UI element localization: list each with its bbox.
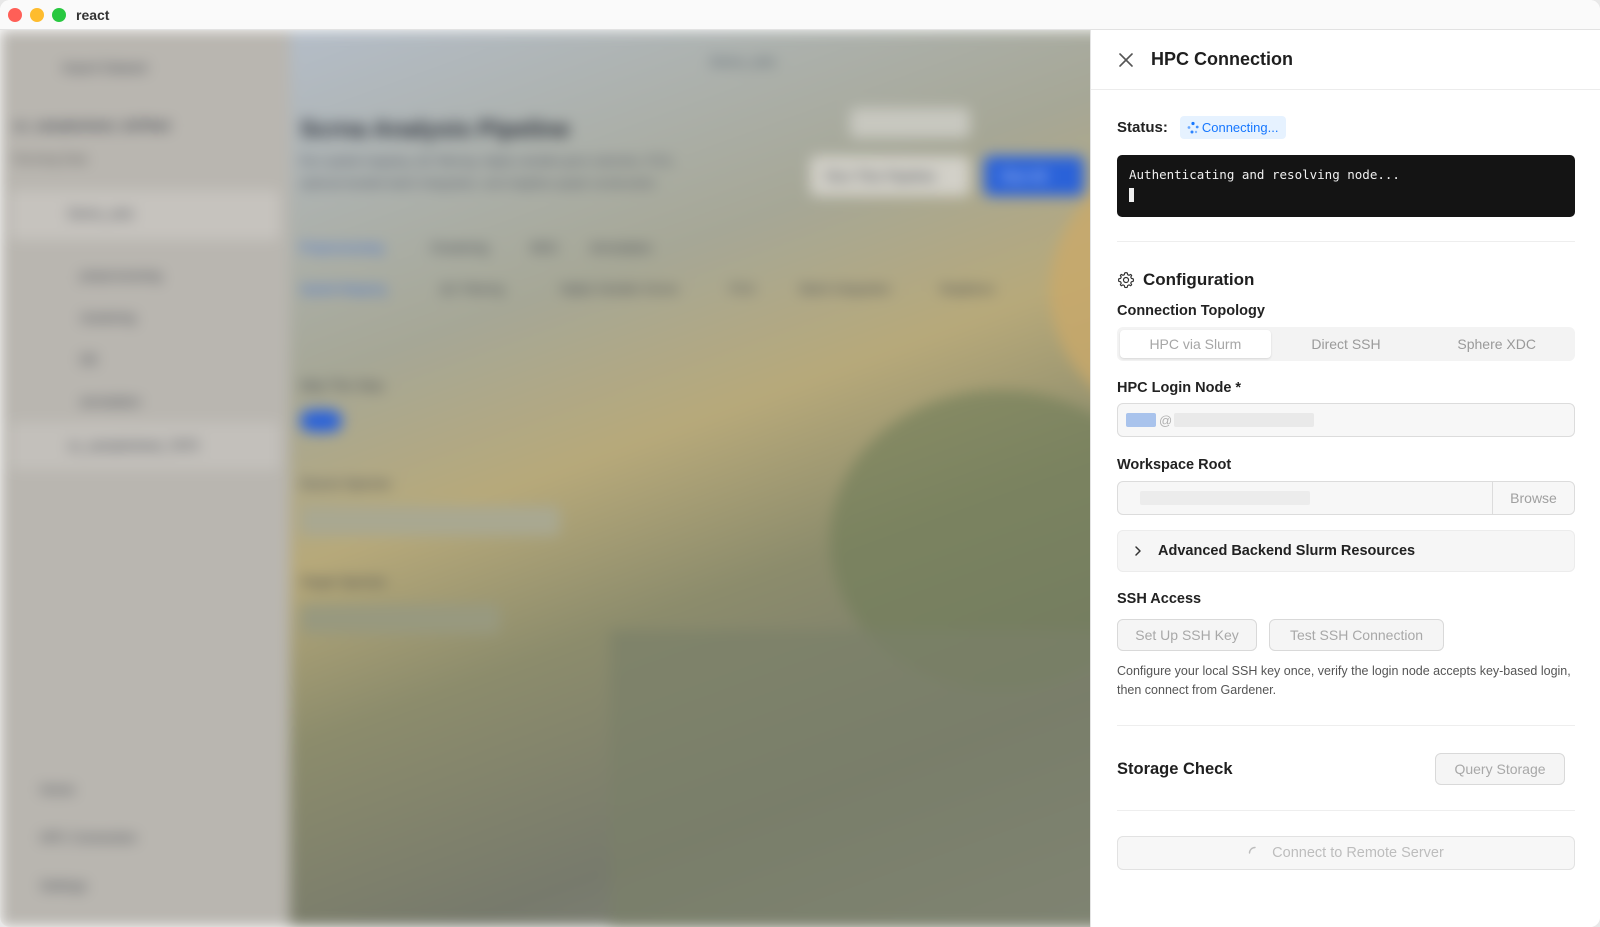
panel-title: HPC Connection (1151, 49, 1293, 69)
bg-run-all-button: Run All (1002, 168, 1047, 184)
bg-tab: Clustering (430, 240, 489, 255)
bg-breadcrumb: Demo_sets (710, 54, 776, 69)
close-window-button[interactable] (8, 7, 22, 22)
login-node-input[interactable]: @ (1117, 403, 1575, 437)
advanced-slurm-collapse[interactable]: Advanced Backend Slurm Resources (1117, 530, 1575, 572)
bg-sidebar-bottom: Settings (40, 878, 87, 893)
ssh-help-text: Configure your local SSH key once, verif… (1117, 664, 1571, 697)
chevron-right-icon (1135, 546, 1141, 556)
terminal-output: Authenticating and resolving node... (1117, 155, 1575, 217)
advanced-slurm-label: Advanced Backend Slurm Resources (1158, 543, 1416, 559)
loading-dots-icon (1187, 121, 1199, 133)
redacted-username (1126, 413, 1156, 427)
configuration-title: Configuration (1143, 270, 1255, 289)
redacted-hostname (1174, 413, 1315, 427)
bg-subtab: PCA (730, 282, 755, 296)
topology-option-direct-ssh[interactable]: Direct SSH (1271, 330, 1422, 358)
bg-sidebar-bottom: Home (40, 782, 75, 797)
bg-sidebar-item: Demo_sets (68, 206, 134, 221)
login-node-label: HPC Login Node * (1117, 380, 1242, 396)
configuration-header: Configuration (1117, 270, 1254, 290)
at-sign: @ (1159, 412, 1173, 428)
bg-sidebar-item: DE (80, 352, 99, 367)
background-sidebar: Import Dataset sc_samplesheet_AAT9ed Run… (0, 30, 290, 927)
ssh-access-label: SSH Access (1117, 591, 1202, 607)
title-bar: react (0, 0, 1600, 30)
bg-tab: DEG (530, 240, 559, 255)
bg-subtab: Neighbors (940, 282, 995, 296)
panel-header: HPC Connection (1091, 30, 1600, 90)
status-row: Status: Connecting... (1117, 116, 1287, 139)
bg-subtab: QC Filtering (440, 282, 505, 296)
divider (1117, 810, 1575, 811)
bg-dataset-sub: Running Data (14, 152, 88, 166)
bg-page-desc: optional doublet batch integration, and … (300, 176, 656, 190)
bg-toggle-label: Skip This Step (300, 378, 384, 393)
topology-option-hpc-slurm[interactable]: HPC via Slurm (1120, 330, 1271, 358)
bg-target-label: Target Species (300, 574, 386, 589)
app-window: react Import Dataset sc_samplesheet_AAT9… (0, 0, 1600, 927)
connect-label: Connect to Remote Server (1272, 845, 1444, 861)
bg-sidebar-item: annotation (80, 394, 141, 409)
hpc-connection-panel: HPC Connection Status: Connecting... Aut… (1090, 30, 1600, 927)
gear-icon (1117, 272, 1135, 289)
terminal-cursor (1129, 188, 1134, 202)
bg-dataset-label: sc_samplesheet_AAT9ed (14, 118, 170, 133)
bg-subtab: Spatial Mapping (300, 282, 387, 296)
topology-label: Connection Topology (1117, 303, 1265, 319)
status-value: Connecting... (1201, 120, 1279, 135)
topology-option-sphere-xdc[interactable]: Sphere XDC (1421, 330, 1572, 358)
bg-page-desc: Run spatial mapping, QC filtering, highl… (300, 154, 675, 168)
bg-tab: Preprocessing (300, 240, 384, 255)
topology-segmented-control: HPC via Slurm Direct SSH Sphere XDC (1117, 327, 1575, 361)
background-main: Demo_sets Scrna Analysis Pipeline Run sp… (290, 30, 1090, 927)
minimize-window-button[interactable] (30, 7, 44, 22)
test-ssh-connection-button[interactable]: Test SSH Connection (1269, 619, 1444, 651)
bg-subtab: Highly Variable Genes (560, 282, 679, 296)
bg-sidebar-item: sc_samplesheet_TAT5 (68, 438, 200, 453)
loading-spinner-icon (1248, 846, 1256, 854)
bg-run-step-button: Run This Pipeline (826, 168, 936, 184)
redacted-path (1140, 491, 1310, 505)
workspace-root-input[interactable]: Browse (1117, 481, 1575, 515)
setup-ssh-key-button[interactable]: Set Up SSH Key (1117, 619, 1257, 651)
divider (1117, 725, 1575, 726)
background-app-blurred: Import Dataset sc_samplesheet_AAT9ed Run… (0, 30, 1090, 927)
status-badge: Connecting... (1179, 116, 1287, 139)
connect-remote-server-button[interactable]: Connect to Remote Server (1117, 836, 1575, 870)
bg-source-label: Source Species (300, 476, 392, 491)
bg-sidebar-bottom: HPC Connection (40, 830, 137, 845)
bg-sidebar-item: preprocessing (80, 268, 162, 283)
maximize-window-button[interactable] (52, 7, 66, 22)
status-label: Status: (1117, 119, 1168, 136)
divider (1117, 241, 1575, 242)
bg-project-label: Import Dataset (62, 60, 148, 75)
query-storage-button[interactable]: Query Storage (1435, 753, 1565, 785)
window-controls (8, 7, 66, 22)
bg-page-title: Scrna Analysis Pipeline (300, 116, 570, 143)
browse-button[interactable]: Browse (1492, 482, 1574, 514)
window-title: react (76, 6, 110, 23)
bg-sidebar-item: clustering (80, 310, 136, 325)
bg-subtab: Batch Integration (800, 282, 891, 296)
bg-tab: Annotation (590, 240, 653, 255)
close-icon[interactable] (1117, 51, 1135, 69)
storage-check-title: Storage Check (1117, 760, 1233, 778)
workspace-root-label: Workspace Root (1117, 457, 1232, 473)
terminal-line: Authenticating and resolving node... (1129, 167, 1400, 182)
